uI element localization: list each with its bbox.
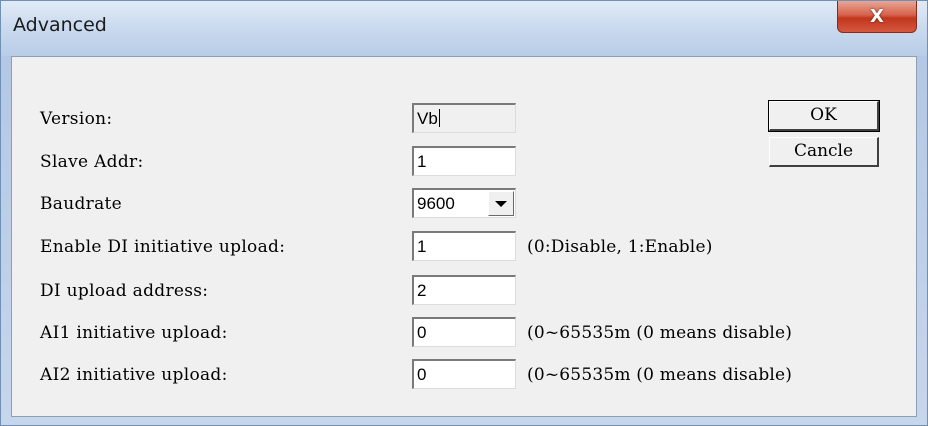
enable-di-label: Enable DI initiative upload: — [40, 237, 286, 257]
version-label: Version: — [40, 109, 113, 129]
version-field[interactable]: Vb — [412, 103, 516, 133]
dropdown-button[interactable] — [488, 191, 514, 216]
ai1-label: AI1 initiative upload: — [40, 323, 228, 343]
ai1-field[interactable]: 0 — [412, 317, 516, 347]
enable-di-field[interactable]: 1 — [412, 231, 516, 261]
enable-di-hint: (0:Disable, 1:Enable) — [527, 237, 713, 257]
slave-addr-label: Slave Addr: — [40, 152, 144, 172]
di-address-field[interactable]: 2 — [412, 275, 516, 305]
cancel-button[interactable]: Cancle — [769, 137, 879, 167]
ai2-label: AI2 initiative upload: — [40, 365, 228, 385]
ai2-field[interactable]: 0 — [412, 359, 516, 389]
baudrate-label: Baudrate — [40, 194, 123, 214]
ai1-hint: (0~65535m (0 means disable) — [527, 323, 793, 343]
text-caret — [438, 109, 440, 127]
dialog-body: Version: Vb Slave Addr: 1 Baudrate 9600 … — [11, 56, 917, 417]
close-icon: X — [870, 6, 884, 27]
close-button[interactable]: X — [837, 1, 917, 33]
chevron-down-icon — [495, 200, 507, 207]
slave-addr-field[interactable]: 1 — [412, 146, 516, 176]
ok-button[interactable]: OK — [768, 100, 880, 132]
ai2-hint: (0~65535m (0 means disable) — [527, 365, 793, 385]
title-bar[interactable]: Advanced X — [1, 1, 927, 56]
version-value: Vb — [417, 109, 438, 128]
baudrate-selected-value: 9600 — [417, 194, 455, 213]
baudrate-select[interactable]: 9600 — [412, 188, 516, 218]
di-address-label: DI upload address: — [40, 281, 209, 301]
advanced-dialog: Advanced X Version: Vb Slave Addr: 1 Bau… — [0, 0, 928, 426]
window-title: Advanced — [13, 14, 107, 36]
